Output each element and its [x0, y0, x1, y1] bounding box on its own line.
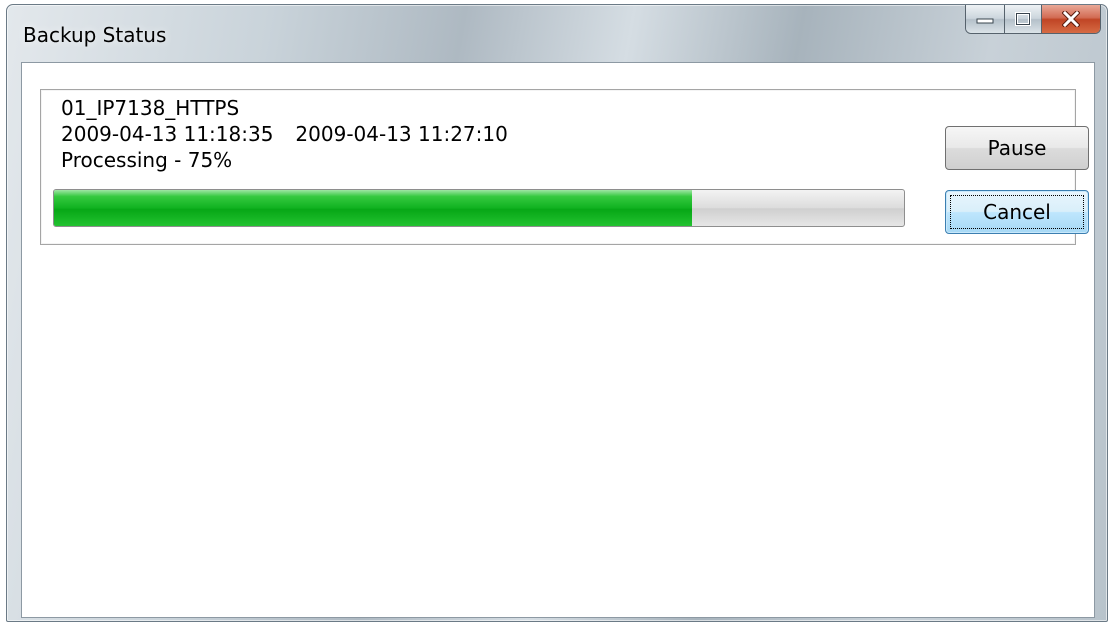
maximize-button[interactable]	[1005, 5, 1042, 33]
maximize-icon	[1015, 12, 1031, 26]
title-bar[interactable]: Backup Status	[7, 5, 1107, 61]
progress-bar-fill	[54, 190, 692, 226]
cancel-button[interactable]: Cancel	[945, 190, 1089, 234]
job-name: 01_IP7138_HTTPS	[61, 96, 240, 120]
minimize-icon	[976, 18, 994, 24]
start-time: 2009-04-13 11:18:35	[61, 122, 274, 146]
backup-job-panel: 01_IP7138_HTTPS 2009-04-13 11:18:35 2009-…	[40, 89, 1089, 245]
pause-button[interactable]: Pause	[945, 126, 1089, 170]
focus-rectangle	[950, 195, 1084, 229]
minimize-button[interactable]	[966, 5, 1005, 33]
job-status: Processing - 75%	[61, 148, 233, 172]
window-title: Backup Status	[23, 23, 167, 47]
end-time: 2009-04-13 11:27:10	[295, 122, 508, 146]
backup-status-window: Backup Status 01_IP7138_HTTPS 2009-04-13…	[6, 4, 1108, 622]
close-icon	[1062, 11, 1080, 27]
client-area: 01_IP7138_HTTPS 2009-04-13 11:18:35 2009-…	[21, 62, 1095, 618]
caption-buttons	[965, 5, 1101, 34]
job-times: 2009-04-13 11:18:35 2009-04-13 11:27:10	[61, 122, 508, 146]
close-button[interactable]	[1042, 5, 1100, 33]
progress-bar	[53, 189, 905, 227]
pause-button-label: Pause	[987, 136, 1047, 160]
